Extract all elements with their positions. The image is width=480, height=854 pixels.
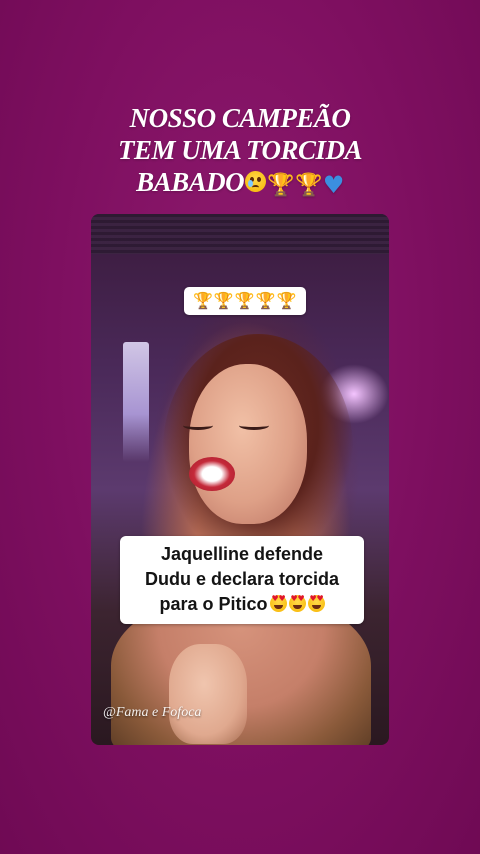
heart-eyes-icon xyxy=(269,595,287,612)
caption-line-2: TEM UMA TORCIDA xyxy=(117,135,363,165)
trophy-icon: 🏆 xyxy=(213,291,234,310)
video-person-face xyxy=(189,364,307,524)
video-card[interactable]: 🏆 🏆 🏆 🏆 🏆 Jaquelline defende Dudu e decl… xyxy=(91,214,389,745)
trophy-icon: 🏆 xyxy=(193,291,213,310)
video-person-mouth xyxy=(189,457,235,491)
blue-heart-icon: ♥ xyxy=(322,171,345,199)
heart-eyes-icon xyxy=(307,595,325,612)
trophy-icon: 🏆 xyxy=(255,291,276,310)
heart-eyes-icon xyxy=(288,595,306,612)
video-text-line-1: Jaquelline defende xyxy=(160,544,324,564)
caption-line-1: NOSSO CAMPEÃO xyxy=(129,103,351,133)
video-text-line-3-text: para o Pitico xyxy=(159,594,268,614)
pleading-face-with-tear-icon xyxy=(245,166,267,198)
trophy-icon: 🏆 xyxy=(267,173,295,198)
trophy-icon: 🏆 xyxy=(276,291,297,310)
video-person-eye xyxy=(183,421,213,430)
story-caption: NOSSO CAMPEÃO TEM UMA TORCIDA BABADO 🏆🏆♥ xyxy=(0,102,480,202)
trophy-sticker: 🏆 🏆 🏆 🏆 🏆 xyxy=(184,287,306,315)
caption-line-3-text: BABADO xyxy=(136,167,245,197)
video-text-line-3: para o Pitico xyxy=(120,592,364,617)
video-background-ceiling xyxy=(91,214,389,254)
video-background-light xyxy=(123,342,149,462)
trophy-icon: 🏆 xyxy=(234,291,255,310)
caption-line-3: BABADO 🏆🏆♥ xyxy=(0,166,480,202)
video-text-sticker: Jaquelline defende Dudu e declara torcid… xyxy=(120,536,364,624)
video-text-line-2: Dudu e declara torcida xyxy=(144,569,340,589)
source-watermark: @Fama e Fofoca xyxy=(103,705,202,720)
trophy-icon: 🏆 xyxy=(295,173,322,198)
video-person-hand xyxy=(169,644,247,744)
video-person-eye xyxy=(239,421,269,430)
